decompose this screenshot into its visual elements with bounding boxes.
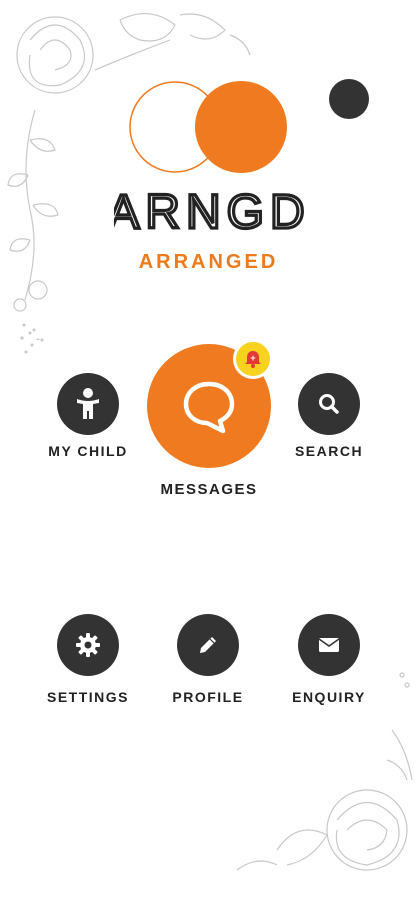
badge-count: + (250, 353, 255, 363)
pencil-icon (200, 637, 216, 653)
search-button[interactable] (298, 373, 360, 435)
my-child-button[interactable] (57, 373, 119, 435)
brand-logo-icon (129, 81, 287, 173)
brand-wordmark: ARNGD (0, 184, 417, 241)
bell-icon: + (245, 351, 261, 368)
settings-button[interactable] (57, 614, 119, 676)
brand-name: ARRANGED (138, 251, 279, 273)
menu-toggle-button[interactable] (329, 79, 369, 119)
brand-wordmark-svg: ARNGD (105, 184, 306, 240)
enquiry-label: ENQUIRY (292, 689, 366, 705)
settings-label: SETTINGS (46, 689, 129, 705)
child-icon (77, 388, 99, 419)
floral-dots-left (20, 323, 44, 354)
search-icon (319, 394, 339, 414)
search-label: SEARCH (294, 443, 364, 459)
my-child-label: MY CHILD (48, 443, 128, 459)
profile-button[interactable] (177, 614, 239, 676)
chat-bubble-icon (183, 381, 235, 434)
notification-badge[interactable]: + (233, 339, 273, 379)
gear-icon (76, 633, 100, 657)
envelope-icon (318, 638, 340, 652)
profile-label: PROFILE (172, 689, 244, 705)
messages-label: MESSAGES (160, 481, 258, 498)
logo-text: ARNGD (114, 186, 304, 236)
enquiry-button[interactable] (298, 614, 360, 676)
